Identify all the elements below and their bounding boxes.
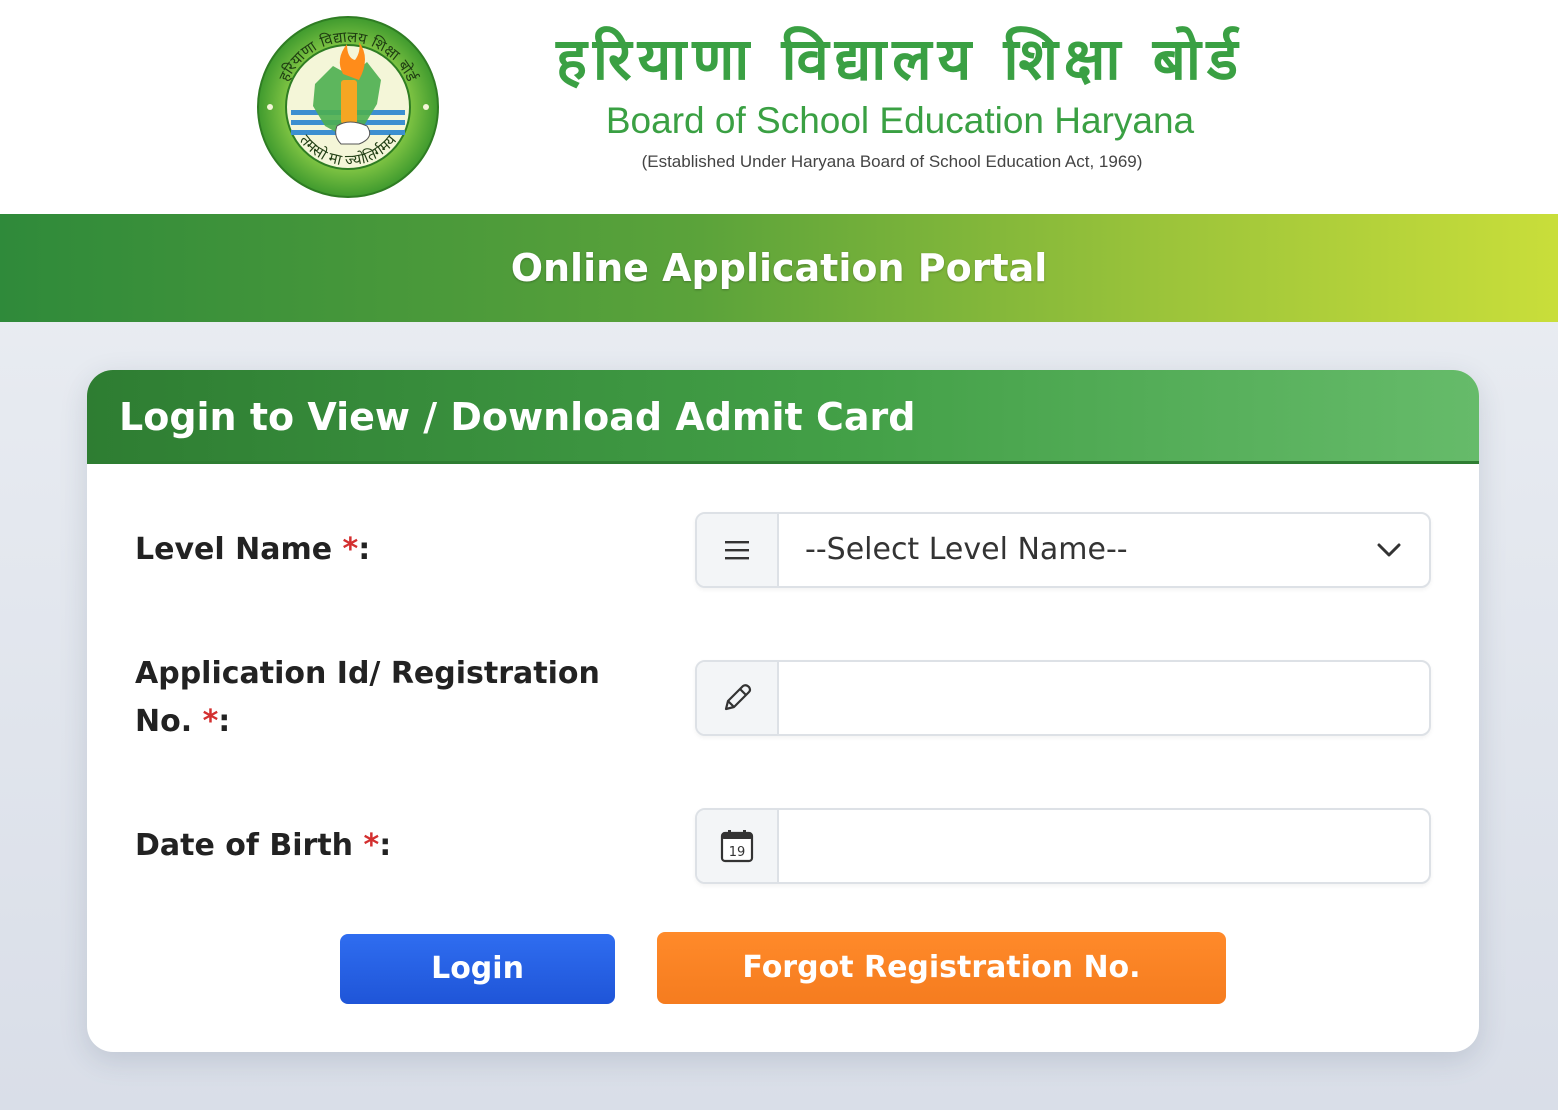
application-id-field — [695, 660, 1431, 736]
established-note: (Established Under Haryana Board of Scho… — [641, 152, 1143, 171]
application-id-label-line2-wrap: No. *: — [135, 698, 655, 746]
login-card: Login to View / Download Admit Card Leve… — [87, 370, 1479, 1052]
dob-input[interactable] — [781, 810, 1427, 882]
pencil-icon — [697, 662, 779, 734]
label-colon: : — [358, 532, 371, 567]
chevron-down-icon — [1377, 543, 1401, 557]
bseh-seal-logo: हरियाणा विद्यालय शिक्षा बोर्ड तमसो मा ज्… — [257, 16, 439, 198]
card-header: Login to View / Download Admit Card — [87, 370, 1479, 464]
application-id-input[interactable] — [781, 662, 1427, 734]
required-marker: * — [202, 704, 219, 739]
label-colon: : — [218, 704, 231, 739]
hindi-title: हरियाणा विद्यालय शिक्षा बोर्ड — [556, 25, 1244, 93]
calendar-day: 19 — [729, 845, 746, 860]
label-colon: : — [379, 828, 392, 863]
level-name-select[interactable]: --Select Level Name-- — [695, 512, 1431, 588]
application-id-label: Application Id/ Registration No. *: — [135, 650, 655, 746]
application-id-label-line1: Application Id/ Registration — [135, 656, 600, 691]
list-icon — [697, 514, 779, 586]
forgot-registration-button[interactable]: Forgot Registration No. — [657, 932, 1226, 1004]
level-name-label-text: Level Name — [135, 532, 343, 567]
portal-banner: Online Application Portal — [0, 214, 1558, 322]
english-title: Board of School Education Haryana — [605, 100, 1195, 141]
dob-label: Date of Birth *: — [135, 822, 391, 870]
login-button[interactable]: Login — [340, 934, 615, 1004]
calendar-icon: 19 — [697, 810, 779, 882]
level-name-label: Level Name *: — [135, 526, 370, 574]
portal-title: Online Application Portal — [510, 246, 1048, 290]
dob-field: 19 — [695, 808, 1431, 884]
dob-label-text: Date of Birth — [135, 828, 364, 863]
application-id-label-line2: No. — [135, 704, 203, 739]
card-title: Login to View / Download Admit Card — [119, 395, 916, 439]
required-marker: * — [363, 828, 380, 863]
level-name-selected-value: --Select Level Name-- — [805, 532, 1128, 567]
site-header: हरियाणा विद्यालय शिक्षा बोर्ड तमसो मा ज्… — [0, 0, 1558, 214]
required-marker: * — [342, 532, 359, 567]
